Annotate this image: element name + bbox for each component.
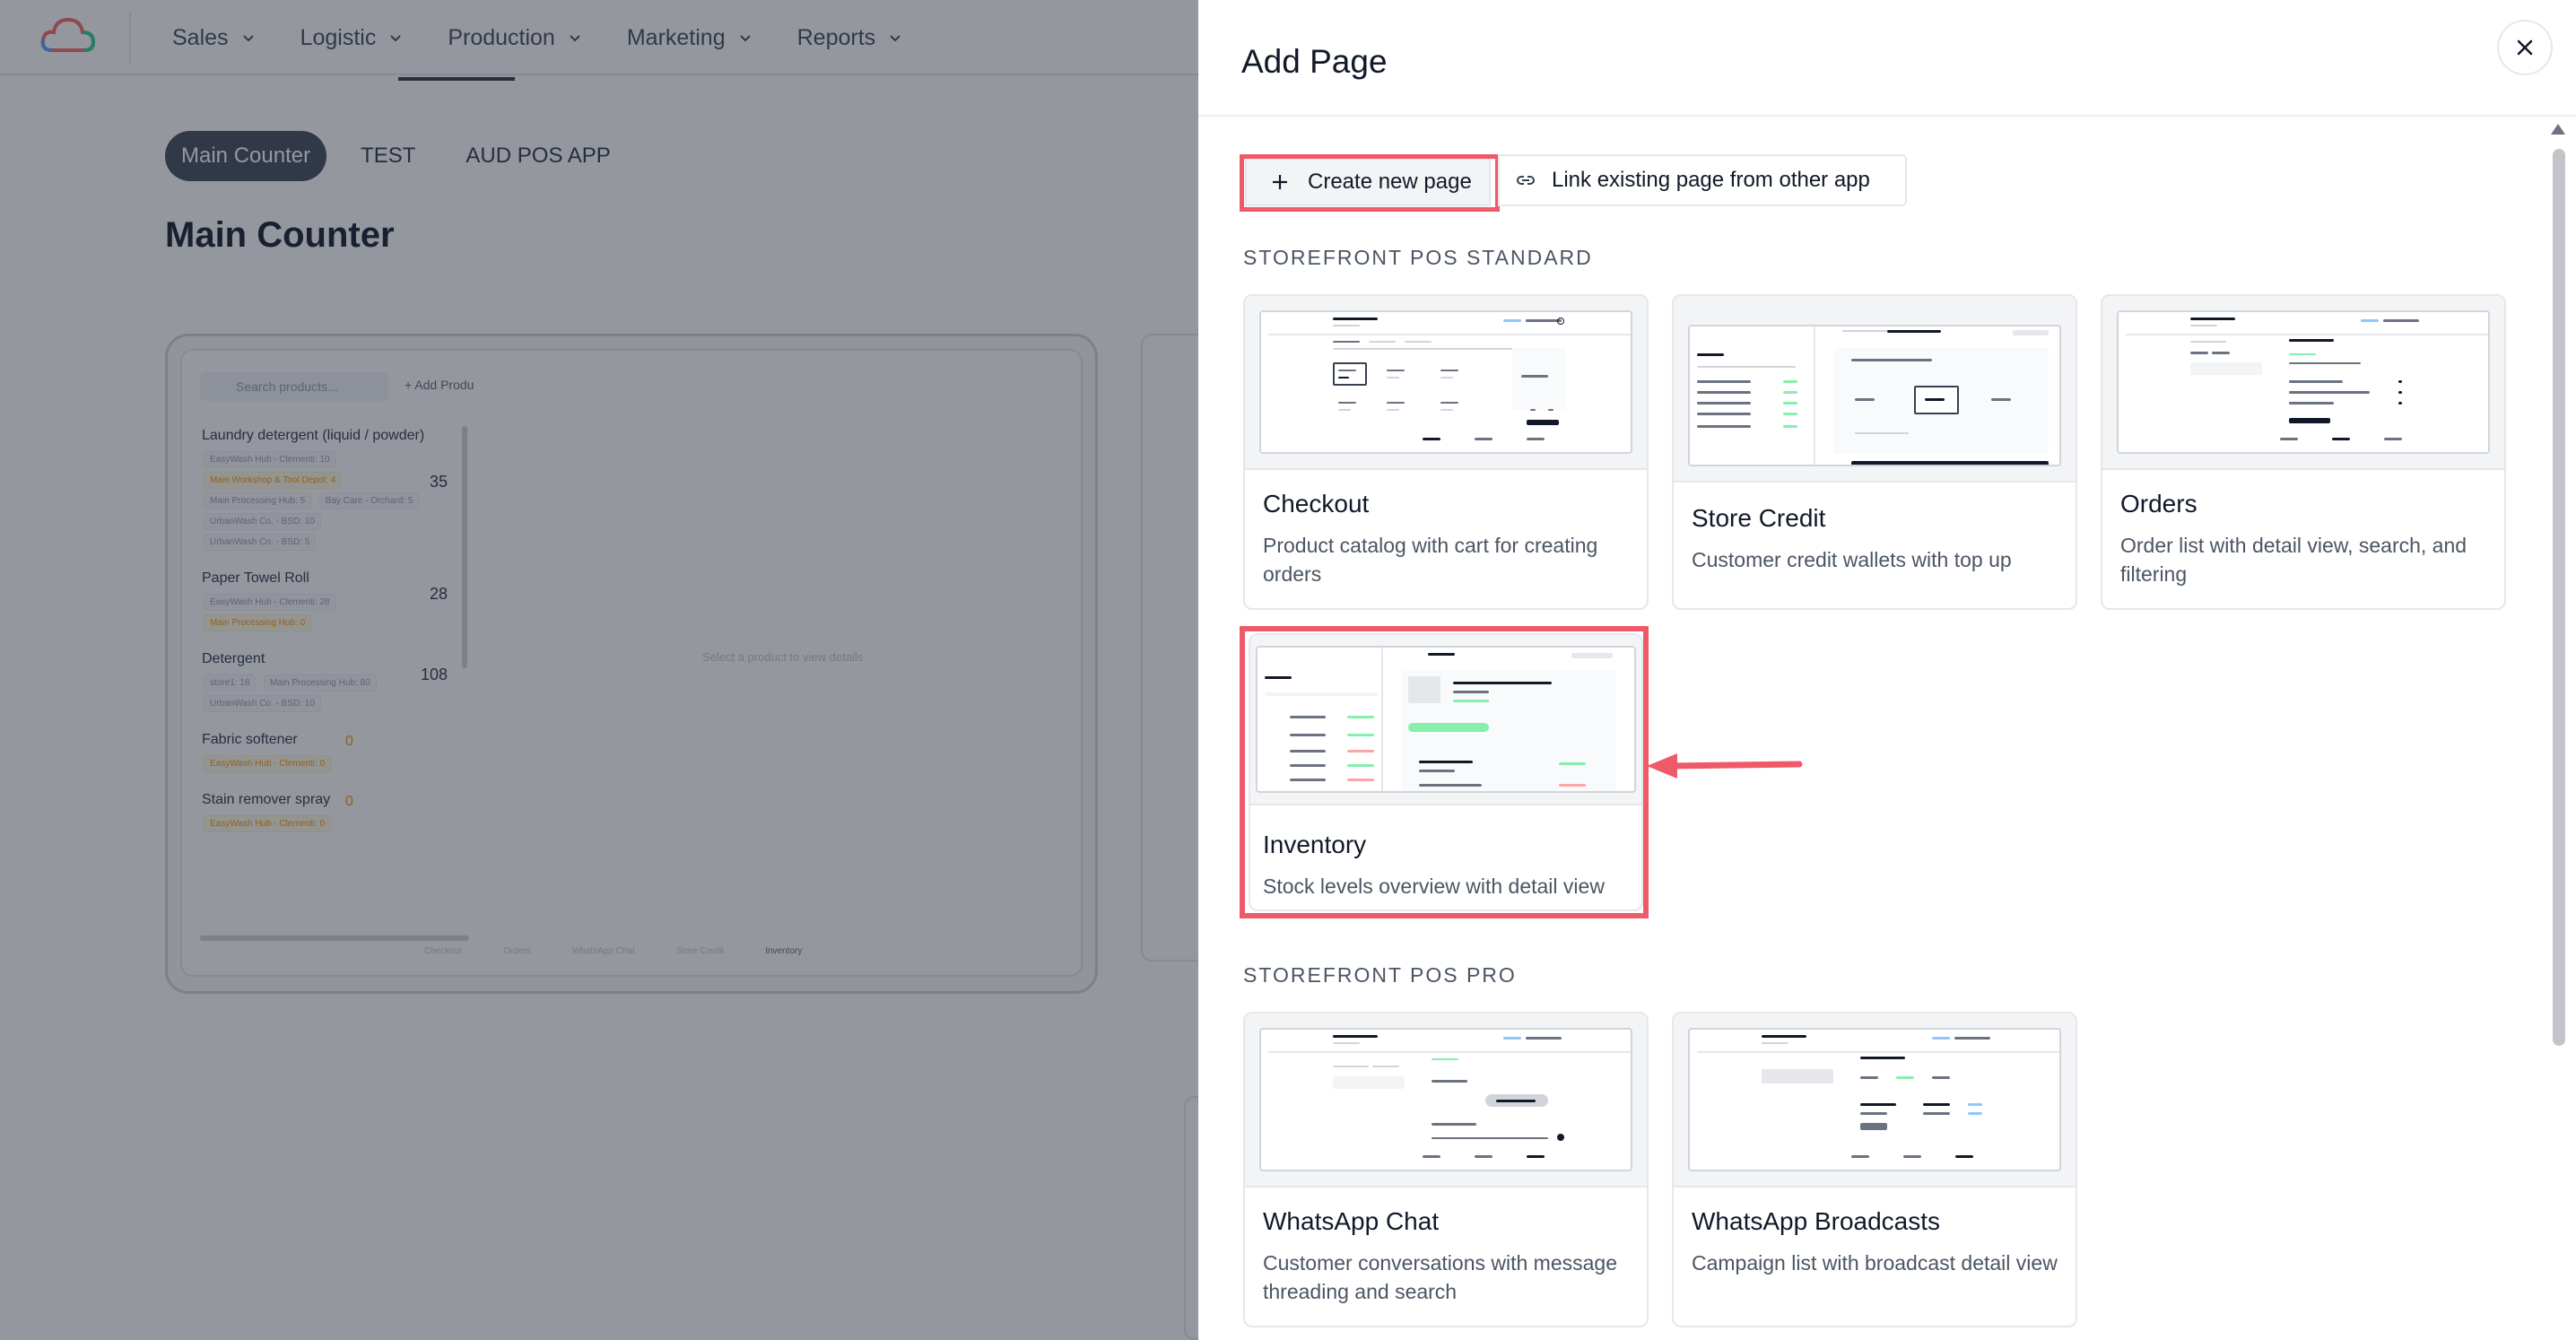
- thumbnail-frame: [1688, 325, 2061, 466]
- section-label-standard: STOREFRONT POS STANDARD: [1243, 246, 1593, 269]
- drawer-title: Add Page: [1241, 43, 1388, 80]
- card-description: Customer credit wallets with top up: [1692, 548, 2012, 571]
- page-card-store-credit[interactable]: Store Credit Customer credit wallets wit…: [1672, 294, 2077, 610]
- card-description: Product catalog with cart for creating o…: [1263, 534, 1598, 586]
- section-label-pro: STOREFRONT POS PRO: [1243, 963, 1517, 987]
- page-card-checkout[interactable]: Checkout Product catalog with cart for c…: [1243, 294, 1649, 610]
- thumbnail-frame: [1259, 1028, 1632, 1171]
- card-description: Customer conversations with message thre…: [1263, 1251, 1617, 1303]
- whatsapp-broadcasts-thumbnail: [1674, 1014, 2076, 1188]
- thumbnail-frame: [1688, 1028, 2061, 1171]
- close-icon: [2517, 39, 2533, 56]
- card-description: Campaign list with broadcast detail view: [1692, 1251, 2058, 1275]
- thumbnail-frame: [1259, 310, 1632, 454]
- close-button[interactable]: [2497, 20, 2553, 75]
- create-button-highlight: [1240, 154, 1500, 212]
- link-existing-page-button[interactable]: Link existing page from other app: [1498, 154, 1907, 206]
- page-card-whatsapp-broadcasts[interactable]: WhatsApp Broadcasts Campaign list with b…: [1672, 1012, 2077, 1327]
- card-description: Order list with detail view, search, and…: [2120, 534, 2467, 586]
- whatsapp-chat-thumbnail: [1245, 1014, 1647, 1188]
- modal-backdrop[interactable]: [0, 0, 1198, 1340]
- arrow-left-icon: [1647, 753, 1803, 779]
- drawer-header: Add Page: [1198, 0, 2576, 117]
- card-title: Store Credit: [1692, 504, 1826, 532]
- thumbnail-frame: [2117, 310, 2490, 454]
- page-card-whatsapp-chat[interactable]: WhatsApp Chat Customer conversations wit…: [1243, 1012, 1649, 1327]
- checkout-thumbnail: [1245, 296, 1647, 470]
- orders-thumbnail: [2102, 296, 2504, 470]
- store-credit-thumbnail: [1674, 296, 2076, 483]
- drawer-scrollbar[interactable]: [2553, 149, 2565, 1046]
- link-existing-page-label: Link existing page from other app: [1552, 168, 1870, 192]
- inventory-highlight: [1240, 626, 1649, 918]
- card-title: WhatsApp Broadcasts: [1692, 1207, 1941, 1235]
- card-title: Checkout: [1263, 490, 1370, 518]
- link-icon: [1517, 176, 1535, 185]
- scroll-up-arrow[interactable]: [2551, 124, 2565, 135]
- card-title: Orders: [2120, 490, 2197, 518]
- page-card-orders[interactable]: Orders Order list with detail view, sear…: [2101, 294, 2506, 610]
- card-title: WhatsApp Chat: [1263, 1207, 1440, 1235]
